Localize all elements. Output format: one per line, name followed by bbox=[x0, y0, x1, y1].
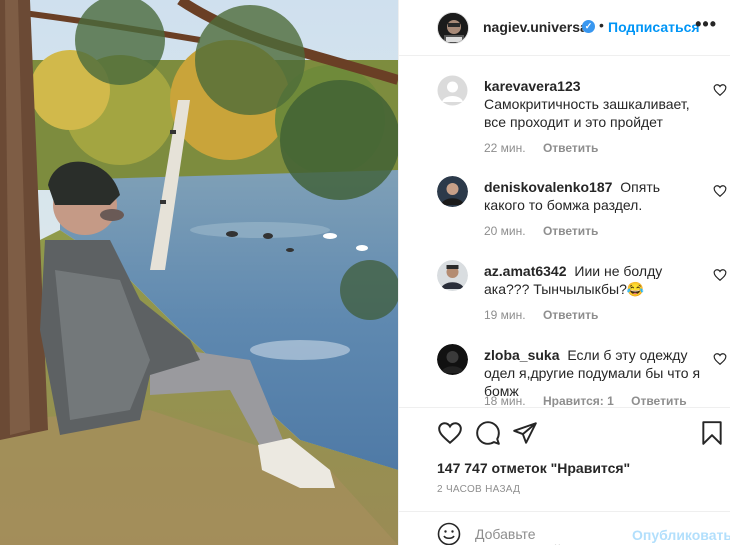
comment-text-block: zloba_suka Если б эту одежду одел я,друг… bbox=[484, 346, 702, 400]
post-header: nagiev.universal ✓ • Подписаться ••• bbox=[399, 0, 730, 56]
author-avatar[interactable] bbox=[437, 12, 469, 44]
like-comment-heart-icon[interactable] bbox=[713, 184, 727, 198]
comment-item: zloba_suka Если б эту одежду одел я,друг… bbox=[437, 344, 727, 407]
emoji-smile-icon[interactable] bbox=[437, 522, 461, 545]
comment-meta: 18 мин. Нравится: 1 Ответить bbox=[484, 394, 701, 407]
save-bookmark-icon[interactable] bbox=[699, 420, 725, 446]
comment-item: karevavera123 Самокритичность зашкаливае… bbox=[437, 75, 727, 155]
reply-button[interactable]: Ответить bbox=[543, 224, 598, 238]
like-comment-heart-icon[interactable] bbox=[713, 83, 727, 97]
more-options-icon[interactable]: ••• bbox=[695, 14, 717, 35]
comment-time[interactable]: 20 мин. bbox=[484, 224, 526, 238]
comment-time[interactable]: 18 мин. bbox=[484, 394, 526, 407]
verified-badge-icon: ✓ bbox=[582, 20, 595, 33]
post-photo[interactable] bbox=[0, 0, 398, 545]
comment-text: Самокритичность зашкаливает, все проходи… bbox=[484, 96, 690, 130]
comment-input[interactable]: Добавьте комментарий... bbox=[475, 526, 625, 545]
comments-list[interactable]: karevavera123 Самокритичность зашкаливае… bbox=[399, 57, 730, 407]
author-username[interactable]: nagiev.universal bbox=[483, 19, 592, 35]
comment-meta: 19 мин. Ответить bbox=[484, 308, 612, 322]
follow-button[interactable]: Подписаться bbox=[608, 19, 700, 35]
comment-username[interactable]: zloba_suka bbox=[484, 347, 559, 363]
header-separator: • bbox=[599, 17, 604, 33]
like-comment-heart-icon[interactable] bbox=[713, 352, 727, 366]
comment-username[interactable]: deniskovalenko187 bbox=[484, 179, 612, 195]
post-side-panel: nagiev.universal ✓ • Подписаться ••• kar… bbox=[398, 0, 730, 545]
like-heart-icon[interactable] bbox=[437, 420, 463, 446]
instagram-post: nagiev.universal ✓ • Подписаться ••• kar… bbox=[0, 0, 730, 545]
default-avatar-icon bbox=[437, 75, 468, 106]
comment-text-block: deniskovalenko187 Опять какого то бомжа … bbox=[484, 178, 702, 214]
post-time-ago[interactable]: 2 ЧАСОВ НАЗАД bbox=[437, 484, 520, 495]
likes-count[interactable]: 147 747 отметок "Нравится" bbox=[437, 460, 630, 476]
publish-button[interactable]: Опубликовать bbox=[632, 527, 730, 543]
comment-avatar[interactable] bbox=[437, 344, 468, 375]
post-image bbox=[0, 0, 398, 545]
comment-username[interactable]: az.amat6342 bbox=[484, 263, 567, 279]
author-avatar-image bbox=[438, 13, 468, 43]
add-comment-bar: Добавьте комментарий... Опубликовать bbox=[399, 511, 730, 545]
user-photo-avatar-icon bbox=[437, 344, 468, 375]
reply-button[interactable]: Ответить bbox=[631, 394, 686, 407]
post-actions: 147 747 отметок "Нравится" 2 ЧАСОВ НАЗАД… bbox=[399, 407, 730, 545]
comment-avatar[interactable] bbox=[437, 176, 468, 207]
comment-text-block: karevavera123 Самокритичность зашкаливае… bbox=[484, 77, 702, 131]
comment-likes-count[interactable]: Нравится: 1 bbox=[543, 394, 614, 407]
comment-meta: 20 мин. Ответить bbox=[484, 224, 612, 238]
share-send-icon[interactable] bbox=[512, 420, 538, 446]
comment-text-block: az.amat6342 Иии не болду ака??? Тынчылык… bbox=[484, 262, 702, 298]
user-photo-avatar-icon bbox=[437, 176, 468, 207]
comment-time[interactable]: 22 мин. bbox=[484, 141, 526, 155]
comment-item: deniskovalenko187 Опять какого то бомжа … bbox=[437, 176, 727, 238]
comment-avatar[interactable] bbox=[437, 75, 468, 106]
comment-avatar[interactable] bbox=[437, 260, 468, 291]
comment-meta: 22 мин. Ответить bbox=[484, 141, 612, 155]
user-photo-avatar-icon bbox=[437, 260, 468, 291]
reply-button[interactable]: Ответить bbox=[543, 308, 598, 322]
comment-item: az.amat6342 Иии не болду ака??? Тынчылык… bbox=[437, 260, 727, 322]
comment-time[interactable]: 19 мин. bbox=[484, 308, 526, 322]
like-comment-heart-icon[interactable] bbox=[713, 268, 727, 282]
reply-button[interactable]: Ответить bbox=[543, 141, 598, 155]
comment-username[interactable]: karevavera123 bbox=[484, 78, 581, 94]
comment-bubble-icon[interactable] bbox=[475, 420, 501, 446]
